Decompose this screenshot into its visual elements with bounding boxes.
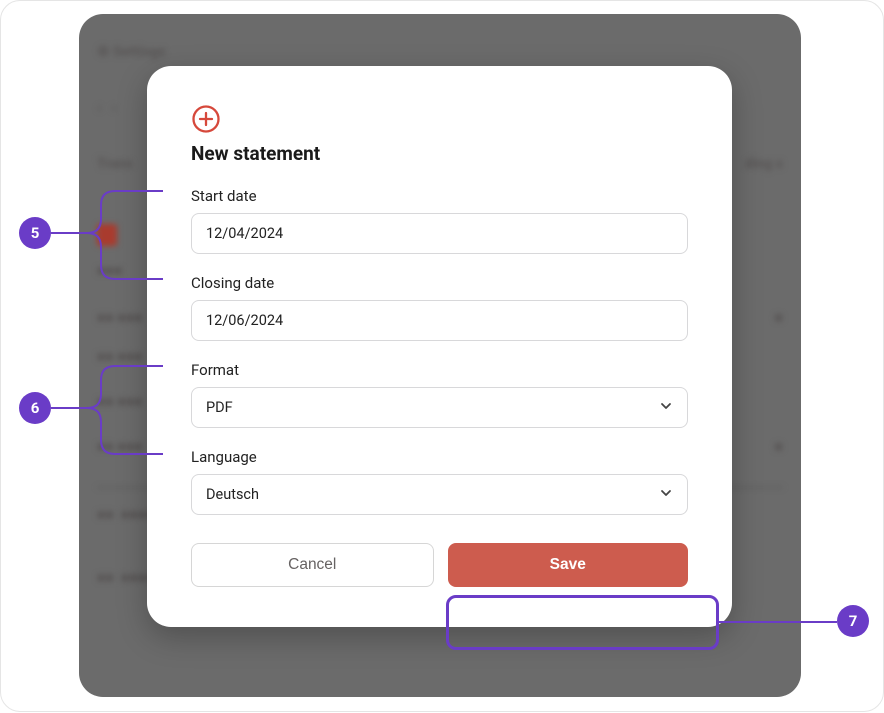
- closing-date-value: 12/06/2024: [206, 312, 283, 329]
- callout-badge-5: 5: [19, 217, 51, 249]
- button-row: Cancel Save: [191, 543, 688, 587]
- start-date-group: Start date 12/04/2024: [191, 187, 688, 254]
- start-date-input[interactable]: 12/04/2024: [191, 213, 688, 254]
- language-group: Language Deutsch: [191, 448, 688, 515]
- callout-badge-7: 7: [837, 605, 869, 637]
- backdrop-text: ■: [775, 309, 783, 326]
- closing-date-input[interactable]: 12/06/2024: [191, 300, 688, 341]
- language-value: Deutsch: [206, 486, 259, 503]
- format-group: Format PDF: [191, 361, 688, 428]
- cancel-button[interactable]: Cancel: [191, 543, 434, 587]
- closing-date-group: Closing date 12/06/2024: [191, 274, 688, 341]
- backdrop-text: ■■ ■■■: [97, 309, 143, 326]
- new-statement-modal: New statement Start date 12/04/2024 Clos…: [147, 66, 732, 627]
- modal-title: New statement: [191, 142, 688, 165]
- plus-icon: [191, 104, 221, 134]
- save-button[interactable]: Save: [448, 543, 689, 587]
- outer-frame: ⚙ Settings ‹ › Trans ding s ■■■ ■■ ■■■■ …: [0, 0, 884, 712]
- chevron-down-icon: [659, 399, 673, 417]
- backdrop-text: ■: [775, 438, 783, 455]
- language-label: Language: [191, 448, 688, 466]
- callout-badge-6: 6: [19, 392, 51, 424]
- language-select[interactable]: Deutsch: [191, 474, 688, 515]
- backdrop-ding-label: ding s: [745, 156, 783, 172]
- closing-date-label: Closing date: [191, 274, 688, 292]
- backdrop-settings-label: ⚙ Settings: [97, 44, 783, 60]
- backdrop-text: ■■ ■■■: [97, 438, 143, 455]
- format-value: PDF: [206, 399, 233, 416]
- format-label: Format: [191, 361, 688, 379]
- start-date-label: Start date: [191, 187, 688, 205]
- backdrop-trans-label: Trans: [97, 156, 133, 172]
- format-select[interactable]: PDF: [191, 387, 688, 428]
- chevron-down-icon: [659, 486, 673, 504]
- start-date-value: 12/04/2024: [206, 225, 283, 242]
